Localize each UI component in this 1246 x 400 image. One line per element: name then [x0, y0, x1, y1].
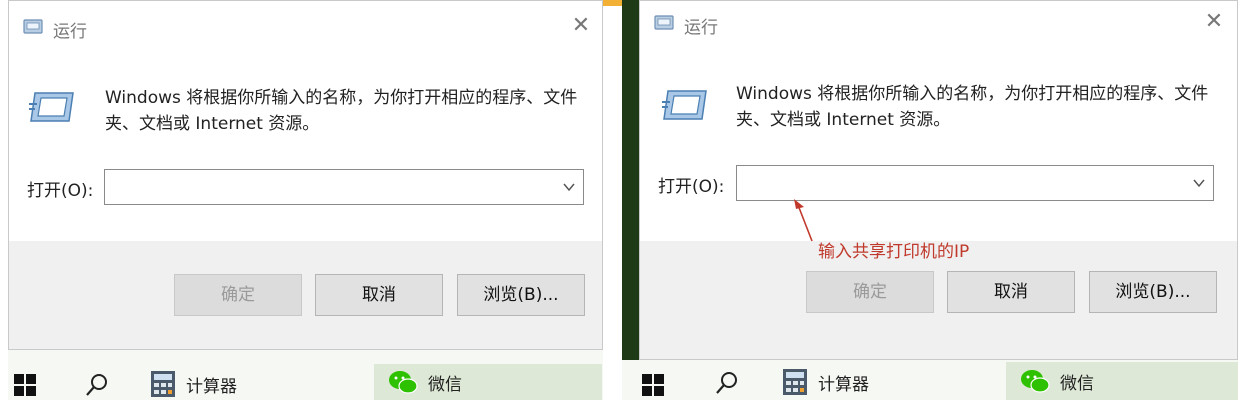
- divider-accent: [603, 0, 622, 6]
- open-label: 打开(O):: [27, 181, 94, 201]
- taskbar-app-label: 计算器: [186, 376, 237, 397]
- cancel-button[interactable]: 取消: [315, 274, 443, 316]
- dialog-description: Windows 将根据你所输入的名称，为你打开相应的程序、文件夹、文档或 Int…: [736, 84, 1209, 130]
- close-icon: ✕: [1204, 9, 1224, 34]
- taskbar-app-calculator[interactable]: 计算器: [150, 364, 237, 400]
- close-button[interactable]: ✕: [568, 13, 594, 39]
- taskbar: 计算器 微信: [8, 350, 603, 400]
- annotation-label: 输入共享打印机的IP: [818, 242, 970, 262]
- windows-start-icon[interactable]: [14, 374, 36, 396]
- taskbar-app-label: 微信: [428, 374, 462, 395]
- run-dialog-screenshot-left: 运行 ✕ Windows 将根据你所输入的名称，为你打开相应的程序、文件夹、文档…: [8, 0, 603, 400]
- open-input[interactable]: [105, 170, 545, 204]
- divider-strip: [603, 0, 622, 400]
- close-button[interactable]: ✕: [1201, 9, 1227, 35]
- run-large-icon: [29, 92, 74, 122]
- calculator-icon: [151, 371, 175, 397]
- calculator-icon: [783, 369, 807, 395]
- run-app-icon: [654, 15, 674, 30]
- left-edge-strip: [0, 0, 8, 400]
- taskbar: 计算器 微信: [622, 360, 1238, 400]
- run-large-icon: [662, 90, 707, 120]
- ok-button[interactable]: 确定: [174, 274, 302, 316]
- taskbar-app-calculator[interactable]: 计算器: [782, 362, 869, 400]
- taskbar-app-label: 微信: [1060, 373, 1094, 394]
- wechat-icon: [1021, 370, 1050, 393]
- open-combobox[interactable]: [104, 169, 584, 205]
- taskbar-app-label: 计算器: [818, 374, 869, 395]
- windows-start-icon[interactable]: [642, 374, 664, 396]
- cancel-button[interactable]: 取消: [947, 271, 1075, 313]
- open-input[interactable]: [737, 166, 1177, 200]
- browse-button[interactable]: 浏览(B)...: [457, 274, 585, 316]
- taskbar-app-wechat[interactable]: 微信: [374, 364, 602, 400]
- wechat-icon: [389, 371, 418, 394]
- close-icon: ✕: [571, 13, 591, 38]
- dialog-description: Windows 将根据你所输入的名称，为你打开相应的程序、文件夹、文档或 Int…: [105, 88, 578, 134]
- run-dialog: 运行 ✕ Windows 将根据你所输入的名称，为你打开相应的程序、文件夹、文档…: [639, 0, 1238, 360]
- run-dialog: 运行 ✕ Windows 将根据你所输入的名称，为你打开相应的程序、文件夹、文档…: [8, 0, 603, 350]
- search-icon[interactable]: [84, 372, 110, 398]
- run-app-icon: [23, 19, 43, 34]
- search-icon[interactable]: [714, 370, 740, 396]
- ok-button[interactable]: 确定: [806, 271, 934, 313]
- dialog-title: 运行: [53, 22, 87, 42]
- right-gutter: [1238, 0, 1246, 400]
- chevron-down-icon[interactable]: [1191, 176, 1207, 190]
- dialog-title: 运行: [684, 18, 718, 38]
- run-dialog-screenshot-right: 运行 ✕ Windows 将根据你所输入的名称，为你打开相应的程序、文件夹、文档…: [622, 0, 1238, 400]
- open-label: 打开(O):: [658, 177, 725, 197]
- taskbar-app-wechat[interactable]: 微信: [1006, 362, 1238, 400]
- open-combobox[interactable]: [736, 165, 1214, 201]
- browse-button[interactable]: 浏览(B)...: [1089, 271, 1217, 313]
- chevron-down-icon[interactable]: [561, 180, 577, 194]
